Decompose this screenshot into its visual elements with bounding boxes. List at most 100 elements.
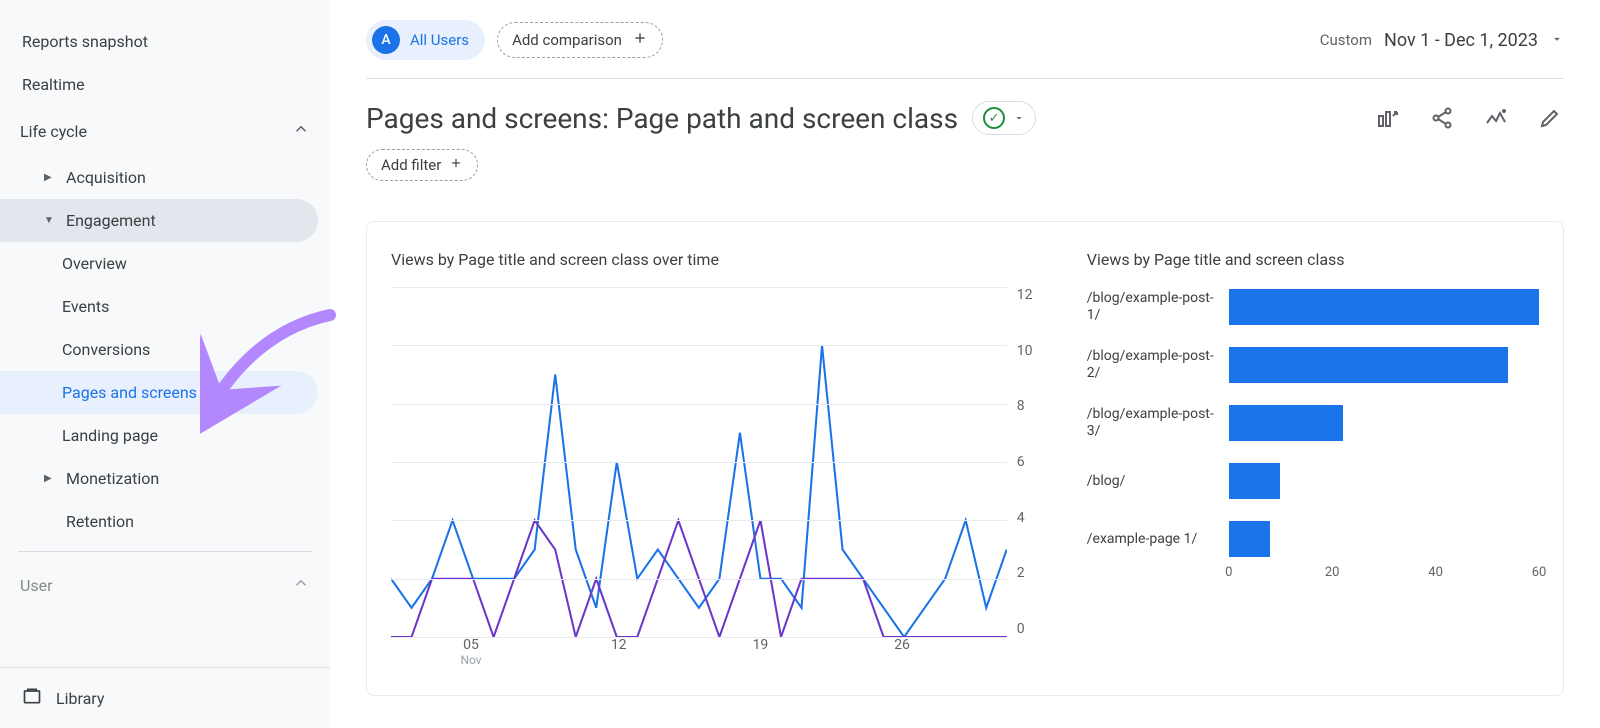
bar-row[interactable]: /blog/example-post-1/	[1087, 289, 1539, 325]
chevron-down-icon	[1013, 109, 1025, 128]
customize-report-icon[interactable]	[1374, 104, 1402, 132]
x-sub: Nov	[460, 653, 481, 667]
bar-x-tick: 60	[1532, 565, 1547, 580]
sidebar-item-label: Acquisition	[66, 168, 146, 187]
bar-fill	[1229, 521, 1270, 557]
sidebar-item-label: Library	[56, 689, 104, 708]
y-tick: 10	[1017, 343, 1047, 359]
bar-x-tick: 20	[1325, 565, 1340, 580]
add-filter-button[interactable]: Add filter	[366, 149, 478, 181]
triangle-right-icon: ▶	[44, 172, 54, 183]
bar-row[interactable]: /blog/example-post-3/	[1087, 405, 1539, 441]
segment-all-users[interactable]: A All Users	[366, 20, 485, 60]
sidebar-item-pages-screens[interactable]: Pages and screens	[0, 371, 318, 414]
page-title: Pages and screens: Page path and screen …	[366, 102, 958, 135]
add-comparison-label: Add comparison	[512, 31, 622, 49]
line-chart-plot	[391, 287, 1007, 637]
bar-row[interactable]: /blog/	[1087, 463, 1539, 499]
bar-label: /blog/	[1087, 473, 1217, 490]
bar-track	[1229, 405, 1539, 441]
line-chart-x-axis: 05 Nov 12 19 26	[391, 637, 1007, 667]
sidebar-section-label: User	[20, 576, 53, 595]
add-comparison-button[interactable]: Add comparison	[497, 22, 663, 58]
bar-chart-title: Views by Page title and screen class	[1087, 250, 1539, 269]
insights-icon[interactable]	[1482, 104, 1510, 132]
line-chart-y-axis: 12 10 8 6 4 2 0	[1017, 287, 1047, 637]
segment-label: All Users	[410, 31, 469, 49]
plus-icon	[632, 30, 648, 50]
bar-label: /example-page 1/	[1087, 531, 1217, 548]
date-range-label: Custom	[1320, 31, 1372, 49]
x-tick: 12	[611, 637, 627, 653]
chevron-up-icon	[292, 120, 310, 142]
bar-row[interactable]: /blog/example-post-2/	[1087, 347, 1539, 383]
sidebar-item-events[interactable]: Events	[0, 285, 330, 328]
bar-fill	[1229, 405, 1343, 441]
bar-track	[1229, 347, 1539, 383]
topbar: A All Users Add comparison Custom Nov 1 …	[366, 20, 1564, 79]
x-tick: 26	[894, 637, 910, 653]
sidebar-item-monetization[interactable]: ▶ Monetization	[0, 457, 330, 500]
date-range-picker[interactable]: Custom Nov 1 - Dec 1, 2023	[1320, 30, 1564, 51]
triangle-right-icon: ▶	[44, 473, 54, 484]
x-tick: 19	[753, 637, 769, 653]
bar-track	[1229, 521, 1539, 557]
sidebar-item-label: Retention	[66, 512, 134, 531]
sidebar-section-life-cycle[interactable]: Life cycle	[0, 106, 330, 156]
y-tick: 0	[1017, 621, 1047, 637]
chevron-up-icon	[292, 574, 310, 596]
chevron-down-icon	[1550, 31, 1564, 50]
y-tick: 6	[1017, 454, 1047, 470]
sidebar-item-retention[interactable]: Retention	[0, 500, 330, 543]
line-chart: 12 10 8 6 4 2 0 05 Nov 12 19 26	[391, 287, 1047, 667]
line-chart-title: Views by Page title and screen class ove…	[391, 250, 1047, 269]
sidebar-item-library[interactable]: Library	[0, 667, 330, 728]
sidebar-item-acquisition[interactable]: ▶ Acquisition	[0, 156, 330, 199]
y-tick: 2	[1017, 565, 1047, 581]
sidebar-item-conversions[interactable]: Conversions	[0, 328, 330, 371]
library-icon	[22, 686, 42, 710]
line-chart-panel: Views by Page title and screen class ove…	[391, 250, 1067, 667]
check-circle-icon: ✓	[983, 107, 1005, 129]
bar-fill	[1229, 347, 1508, 383]
sidebar: Reports snapshot Realtime Life cycle ▶ A…	[0, 0, 330, 728]
bar-chart-x-axis: 0204060	[1229, 565, 1539, 585]
segment-badge: A	[372, 26, 400, 54]
main-content: A All Users Add comparison Custom Nov 1 …	[330, 0, 1600, 728]
bar-chart-panel: Views by Page title and screen class /bl…	[1067, 250, 1539, 667]
bar-chart: /blog/example-post-1/ /blog/example-post-…	[1087, 289, 1539, 557]
bar-label: /blog/example-post-1/	[1087, 290, 1217, 324]
chart-panels: Views by Page title and screen class ove…	[366, 221, 1564, 696]
bar-track	[1229, 289, 1539, 325]
x-tick: 05	[463, 637, 479, 653]
sidebar-item-overview[interactable]: Overview	[0, 242, 330, 285]
bar-label: /blog/example-post-2/	[1087, 348, 1217, 382]
add-filter-label: Add filter	[381, 156, 441, 174]
bar-label: /blog/example-post-3/	[1087, 406, 1217, 440]
bar-x-tick: 40	[1428, 565, 1443, 580]
bar-fill	[1229, 463, 1281, 499]
date-range-value: Nov 1 - Dec 1, 2023	[1384, 30, 1538, 51]
y-tick: 12	[1017, 287, 1047, 303]
sidebar-item-landing-page[interactable]: Landing page	[0, 414, 330, 457]
sidebar-item-label: Monetization	[66, 469, 159, 488]
status-chip[interactable]: ✓	[972, 101, 1036, 135]
bar-x-tick: 0	[1225, 565, 1232, 580]
triangle-down-icon: ▼	[44, 215, 54, 226]
edit-icon[interactable]	[1536, 104, 1564, 132]
plus-icon	[449, 156, 463, 174]
sidebar-item-reports-snapshot[interactable]: Reports snapshot	[0, 20, 330, 63]
sidebar-item-engagement[interactable]: ▼ Engagement	[0, 199, 318, 242]
share-icon[interactable]	[1428, 104, 1456, 132]
sidebar-item-realtime[interactable]: Realtime	[0, 63, 330, 106]
sidebar-item-label: Engagement	[66, 211, 156, 230]
bar-row[interactable]: /example-page 1/	[1087, 521, 1539, 557]
header-actions	[1374, 104, 1564, 132]
y-tick: 4	[1017, 510, 1047, 526]
line-series	[391, 345, 1007, 637]
page-header: Pages and screens: Page path and screen …	[366, 79, 1564, 145]
divider	[18, 551, 312, 552]
sidebar-section-user[interactable]: User	[0, 560, 330, 610]
bar-fill	[1229, 289, 1539, 325]
bar-track	[1229, 463, 1539, 499]
